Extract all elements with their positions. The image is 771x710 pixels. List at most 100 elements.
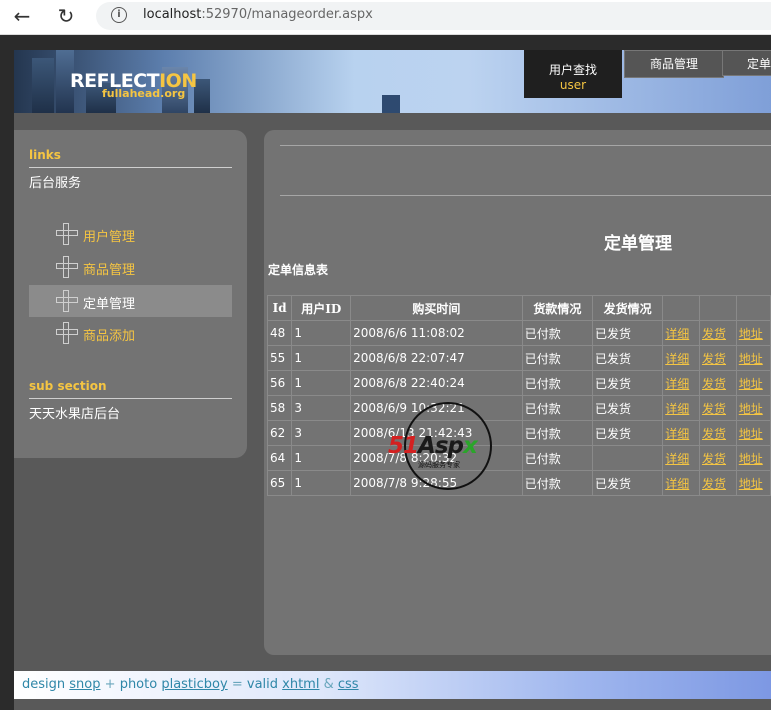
cell-address: 地址	[735, 345, 771, 371]
detail-link[interactable]: 详细	[665, 402, 689, 416]
column-header	[698, 295, 737, 321]
sidebar-item-label: 定单管理	[83, 297, 136, 312]
cell-shipping: 已发货	[591, 420, 664, 446]
watermark-logo: 51Aspx 源码服务专家	[388, 402, 512, 494]
divider	[280, 195, 771, 196]
sub-section-text: 天天水果店后台	[29, 407, 121, 422]
sidebar-item-label: 商品管理	[83, 263, 136, 278]
cell-shipping: 已发货	[591, 395, 664, 421]
table-row: 48 1 2008/6/6 11:08:02 已付款 已发货 详细 发货 地址	[266, 320, 771, 346]
cell-id: 64	[266, 445, 293, 471]
footer-plus: +	[104, 677, 116, 692]
detail-link[interactable]: 详细	[665, 377, 689, 391]
cell-id: 48	[266, 320, 293, 346]
url-text[interactable]: localhost:52970/manageorder.aspx	[143, 7, 373, 22]
footer-link-snop[interactable]: snop	[69, 677, 100, 692]
footer-amp: &	[323, 677, 334, 692]
ship-link[interactable]: 发货	[702, 477, 726, 491]
cell-id: 62	[266, 420, 293, 446]
address-link[interactable]: 地址	[739, 377, 763, 391]
plus-icon	[56, 223, 78, 245]
table-row: 65 1 2008/7/8 9:28:55 已付款 已发货 详细 发货 地址	[266, 470, 771, 496]
cell-payment: 已付款	[521, 470, 593, 496]
ship-link[interactable]: 发货	[702, 427, 726, 441]
footer-link-css[interactable]: css	[338, 677, 359, 692]
cell-shipping: 已发货	[591, 320, 664, 346]
watermark-subtext: 源码服务专家	[418, 461, 460, 469]
info-icon[interactable]: i	[111, 7, 127, 23]
ship-link[interactable]: 发货	[702, 402, 726, 416]
cell-payment: 已付款	[521, 370, 593, 396]
cell-id: 58	[266, 395, 293, 421]
address-link[interactable]: 地址	[739, 402, 763, 416]
footer-photo-label: photo	[119, 677, 158, 692]
ship-link[interactable]: 发货	[702, 327, 726, 341]
cell-id: 55	[266, 345, 293, 371]
skyline-decoration	[32, 58, 54, 113]
cell-detail: 详细	[662, 370, 700, 396]
column-header: 购买时间	[350, 295, 523, 321]
address-link[interactable]: 地址	[739, 477, 763, 491]
detail-link[interactable]: 详细	[665, 452, 689, 466]
ship-link[interactable]: 发货	[702, 352, 726, 366]
logo-subtitle: fullahead.org	[102, 87, 186, 100]
detail-link[interactable]: 详细	[665, 327, 689, 341]
nav-item-sublabel: user	[559, 78, 587, 92]
cell-shipping: 已发货	[591, 470, 664, 496]
sidebar: links 后台服务 用户管理 商品管理 定单管理 商品添加 sub secti…	[14, 130, 247, 458]
table-row: 55 1 2008/6/8 22:07:47 已付款 已发货 详细 发货 地址	[266, 345, 771, 371]
page: REFLECTION fullahead.org 用户查找 user 商品管理 …	[14, 50, 771, 710]
cell-detail: 详细	[662, 420, 700, 446]
cell-detail: 详细	[662, 345, 700, 371]
sidebar-item-add-product[interactable]: 商品添加	[29, 319, 232, 349]
ship-link[interactable]: 发货	[702, 377, 726, 391]
cell-user-id: 1	[291, 370, 352, 396]
column-header: Id	[266, 295, 293, 321]
ship-link[interactable]: 发货	[702, 452, 726, 466]
nav-tab-products[interactable]: 商品管理	[624, 50, 724, 78]
sidebar-item-user-management[interactable]: 用户管理	[29, 220, 232, 250]
nav-tab-orders[interactable]: 定单	[722, 50, 771, 76]
skyline-decoration	[382, 95, 400, 113]
cell-ship: 发货	[698, 445, 737, 471]
cell-ship: 发货	[698, 395, 737, 421]
column-header: 用户ID	[291, 295, 352, 321]
address-link[interactable]: 地址	[739, 352, 763, 366]
detail-link[interactable]: 详细	[665, 427, 689, 441]
footer-link-plasticboy[interactable]: plasticboy	[161, 677, 227, 692]
address-link[interactable]: 地址	[739, 452, 763, 466]
sidebar-item-label: 商品添加	[83, 329, 136, 344]
cell-user-id: 1	[291, 320, 352, 346]
cell-payment: 已付款	[521, 420, 593, 446]
back-arrow-icon[interactable]: ←	[8, 3, 36, 29]
plus-icon	[56, 322, 78, 344]
cell-user-id: 1	[291, 445, 352, 471]
cell-payment: 已付款	[521, 395, 593, 421]
column-header: 发货情况	[591, 295, 664, 321]
sidebar-item-order-management[interactable]: 定单管理	[29, 285, 232, 317]
table-header-row: Id 用户ID 购买时间 货款情况 发货情况	[266, 295, 771, 321]
table-row: 58 3 2008/6/9 10:32:21 已付款 已发货 详细 发货 地址	[266, 395, 771, 421]
column-header	[735, 295, 771, 321]
footer-link-xhtml[interactable]: xhtml	[282, 677, 319, 692]
sidebar-item-product-management[interactable]: 商品管理	[29, 253, 232, 283]
reload-icon[interactable]: ↻	[52, 3, 80, 29]
nav-item-user-search[interactable]: 用户查找 user	[524, 50, 622, 98]
cell-user-id: 3	[291, 395, 352, 421]
sidebar-item-label: 用户管理	[83, 230, 136, 245]
footer-credits: design snop + photo plasticboy = valid x…	[22, 677, 359, 692]
cell-address: 地址	[735, 445, 771, 471]
site-footer: design snop + photo plasticboy = valid x…	[14, 671, 771, 699]
sub-section-heading: sub section	[29, 379, 107, 393]
url-host: localhost	[143, 7, 202, 22]
address-link[interactable]: 地址	[739, 427, 763, 441]
watermark-text: 51Aspx	[388, 433, 478, 459]
footer-equals: =	[231, 677, 243, 692]
main-content: 定单管理 定单信息表 Id 用户ID 购买时间 货款情况 发货情况 48 1 2…	[264, 130, 771, 655]
address-link[interactable]: 地址	[739, 327, 763, 341]
detail-link[interactable]: 详细	[665, 477, 689, 491]
cell-ship: 发货	[698, 320, 737, 346]
divider	[29, 167, 232, 168]
column-header	[662, 295, 700, 321]
detail-link[interactable]: 详细	[665, 352, 689, 366]
